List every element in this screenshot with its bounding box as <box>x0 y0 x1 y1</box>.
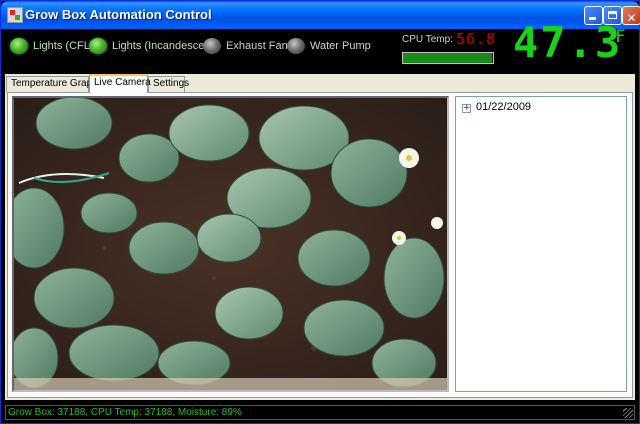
cpu-temp-value: 56.8 <box>456 30 497 48</box>
cpu-temp-label: CPU Temp: <box>402 34 453 45</box>
indicator-label: Lights (Incandescent) <box>112 40 218 52</box>
live-camera-panel: + 01/22/2009 <box>7 92 633 398</box>
tab-temperature-graph[interactable]: Temperature Graph <box>6 76 98 92</box>
camera-feed <box>12 96 449 392</box>
status-bar: Grow Box: 37188, CPU Temp: 37188, Moistu… <box>5 405 635 420</box>
tab-settings[interactable]: Settings <box>148 76 189 92</box>
date-tree[interactable]: + 01/22/2009 <box>455 96 627 392</box>
indicator-label: Lights (CFL) <box>33 40 94 52</box>
led-icon <box>10 38 28 54</box>
led-icon <box>203 38 221 54</box>
close-button[interactable]: ✕ <box>622 6 640 25</box>
tab-control: Temperature Graph Live Camera Settings +… <box>5 74 635 400</box>
tree-item-date[interactable]: 01/22/2009 <box>476 101 531 113</box>
close-icon: ✕ <box>626 11 637 25</box>
app-window: Grow Box Automation Control ✕ Lights (CF… <box>0 0 640 424</box>
indicator-label: Water Pump <box>310 40 371 52</box>
camera-image <box>14 98 447 390</box>
cpu-temp-bar-fill <box>403 53 493 63</box>
indicator-label: Exhaust Fan <box>226 40 288 52</box>
temperature-readout: 47.3 <box>513 18 623 67</box>
led-icon <box>89 38 107 54</box>
expand-icon[interactable]: + <box>462 104 471 113</box>
status-text: Grow Box: 37188, CPU Temp: 37188, Moistu… <box>8 407 242 418</box>
app-icon[interactable] <box>7 7 23 23</box>
led-icon <box>287 38 305 54</box>
cpu-temp-bar <box>402 52 494 64</box>
temperature-unit: °F <box>607 27 626 47</box>
tab-live-camera[interactable]: Live Camera <box>89 74 151 93</box>
window-title: Grow Box Automation Control <box>25 7 212 22</box>
resize-grip-icon[interactable] <box>623 408 633 418</box>
